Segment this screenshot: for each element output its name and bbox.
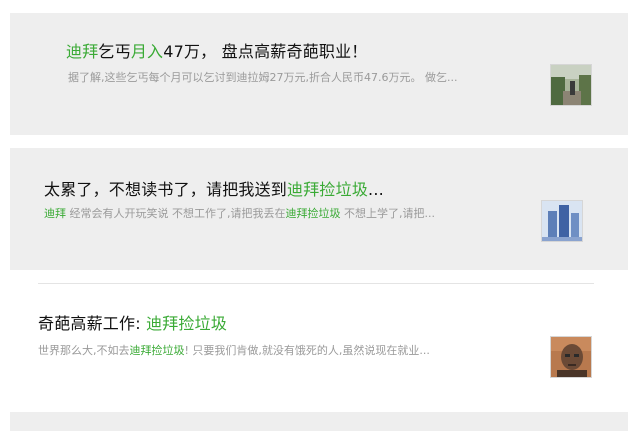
title-text: ... — [368, 180, 384, 199]
result-card-1[interactable]: 迪拜乞丐月入47万， 盘点高薪奇葩职业！ 据了解,这些乞丐每个月可以乞讨到迪拉姆… — [10, 13, 628, 135]
title-highlight: 迪拜 — [66, 42, 99, 61]
snippet-text: 不想上学了,请把... — [340, 207, 435, 220]
title-text: 太累了，不想读书了，请把我送到 — [44, 180, 288, 199]
result-title[interactable]: 太累了，不想读书了，请把我送到迪拜捡垃圾... — [44, 176, 384, 200]
snippet-highlight: 迪拜捡垃圾 — [285, 207, 341, 220]
result-snippet: 迪拜 经常会有人开玩笑说 不想工作了,请把我丢在迪拜捡垃圾 不想上学了,请把..… — [44, 205, 435, 221]
snippet-text: 世界那么大,不如去 — [38, 344, 130, 357]
title-highlight: 迪拜捡垃圾 — [146, 314, 228, 333]
skyscraper-photo-icon[interactable] — [541, 200, 583, 242]
result-snippet: 据了解,这些乞丐每个月可以乞讨到迪拉姆27万元,折合人民币47.6万元。 做乞.… — [68, 71, 458, 84]
outdoor-photo-icon[interactable] — [550, 64, 592, 106]
man-portrait-photo-icon[interactable] — [550, 336, 592, 378]
snippet-highlight: 迪拜捡垃圾 — [129, 344, 185, 357]
title-text: 47万， 盘点高薪奇葩职业！ — [163, 42, 368, 61]
snippet-text: ! 只要我们肯做,就没有饿死的人,虽然说现在就业... — [184, 344, 430, 357]
title-highlight: 月入 — [130, 42, 164, 61]
result-card-2[interactable]: 太累了，不想读书了，请把我送到迪拜捡垃圾... 迪拜 经常会有人开玩笑说 不想工… — [10, 148, 628, 270]
title-highlight: 迪拜捡垃圾 — [287, 180, 369, 199]
title-text: 奇葩高薪工作: — [38, 314, 147, 333]
result-snippet: 世界那么大,不如去迪拜捡垃圾! 只要我们肯做,就没有饿死的人,虽然说现在就业..… — [38, 342, 430, 358]
title-text: 乞丐 — [98, 42, 131, 61]
result-card-3[interactable]: 奇葩高薪工作: 迪拜捡垃圾 世界那么大,不如去迪拜捡垃圾! 只要我们肯做,就没有… — [10, 292, 628, 404]
divider — [38, 283, 594, 284]
result-title[interactable]: 迪拜乞丐月入47万， 盘点高薪奇葩职业！ — [66, 38, 367, 62]
snippet-highlight: 迪拜 — [44, 207, 66, 220]
snippet-text: 经常会有人开玩笑说 不想工作了,请把我丢在 — [66, 207, 286, 220]
search-result-list: 迪拜乞丐月入47万， 盘点高薪奇葩职业！ 据了解,这些乞丐每个月可以乞讨到迪拉姆… — [0, 0, 640, 431]
result-title[interactable]: 奇葩高薪工作: 迪拜捡垃圾 — [38, 310, 227, 334]
next-card-edge — [10, 412, 628, 431]
